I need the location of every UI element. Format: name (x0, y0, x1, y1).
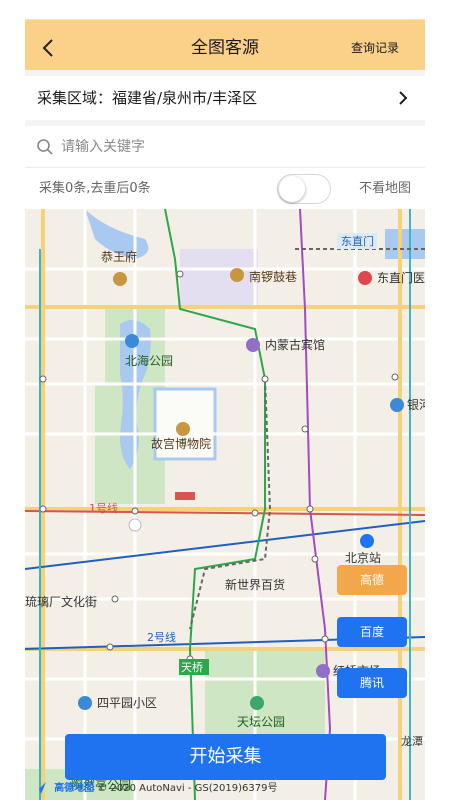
toggle-knob (279, 176, 305, 202)
status-bar (25, 0, 425, 26)
hide-map-label: 不看地图 (358, 181, 411, 196)
search-input[interactable] (61, 132, 401, 162)
provider-tengxun-button[interactable]: 腾讯 (337, 668, 407, 698)
map-label-beijing-station: 北京站 (345, 551, 381, 565)
map-canvas: 恭王府 南锣鼓巷 东直门医 北海公园 内蒙古宾馆 故宫博物院 银河 北京站 新世… (25, 209, 425, 800)
map-label-beihai: 北海公园 (125, 353, 173, 368)
map-area-nanluoguxiang (180, 249, 258, 309)
map-label-tianqiao: 天桥 (181, 661, 203, 674)
start-collect-button[interactable]: 开始采集 (65, 734, 386, 780)
map-attribution: 高德地图 © 2020 AutoNavi - GS(2019)6379号 (33, 780, 277, 798)
map-label-dongzhimen-station: 东直门 (341, 234, 374, 248)
map-label-line1: 1号线 (89, 501, 118, 515)
nav-header: 全图客源 查询记录 (25, 26, 425, 70)
region-selector[interactable]: 采集区域：福建省/泉州市/丰泽区 (25, 76, 425, 120)
map-view[interactable]: 恭王府 南锣鼓巷 东直门医 北海公园 内蒙古宾馆 故宫博物院 银河 北京站 新世… (25, 209, 425, 800)
search-bar (25, 126, 425, 168)
app-screen: 全图客源 查询记录 采集区域：福建省/泉州市/丰泽区 采集0条,去重后0条 不看… (25, 0, 425, 800)
collect-count-text: 采集0条,去重后0条 (39, 181, 151, 196)
map-label-tiantan: 天坛公园 (237, 715, 285, 729)
map-label-nanluoguxiang: 南锣鼓巷 (249, 269, 297, 284)
attribution-logo: 高德地图 (54, 783, 95, 794)
map-label-dongzhimen-hospital: 东直门医 (377, 270, 425, 285)
location-arrow-icon (34, 782, 46, 794)
provider-baidu-button[interactable]: 百度 (337, 617, 407, 647)
map-label-bank: 银河 (407, 398, 425, 412)
search-icon (37, 139, 53, 155)
map-label-gugong: 故宫博物院 (151, 436, 211, 451)
attribution-text: © 2020 AutoNavi - GS(2019)6379号 (97, 783, 278, 794)
map-label-line2: 2号线 (147, 630, 176, 644)
map-label-siping: 四平园小区 (97, 696, 157, 710)
collect-stats-row: 采集0条,去重后0条 不看地图 (25, 169, 425, 209)
provider-gaode-button[interactable]: 高德 (337, 565, 407, 595)
map-moat-ne (385, 229, 425, 259)
map-label-xinshijie: 新世界百货 (225, 577, 285, 592)
map-label-gongwangfu: 恭王府 (101, 249, 137, 264)
chevron-right-icon (399, 91, 408, 105)
status-bar-inner (25, 0, 425, 20)
map-label-longtan: 龙潭 (401, 735, 423, 748)
map-label-liulichang: 琉璃厂文化街 (25, 594, 97, 609)
region-label: 采集区域：福建省/泉州市/丰泽区 (37, 89, 258, 107)
hide-map-toggle[interactable] (277, 174, 331, 204)
map-label-neimenggu-hotel: 内蒙古宾馆 (265, 337, 325, 352)
query-history-button[interactable]: 查询记录 (351, 26, 399, 70)
